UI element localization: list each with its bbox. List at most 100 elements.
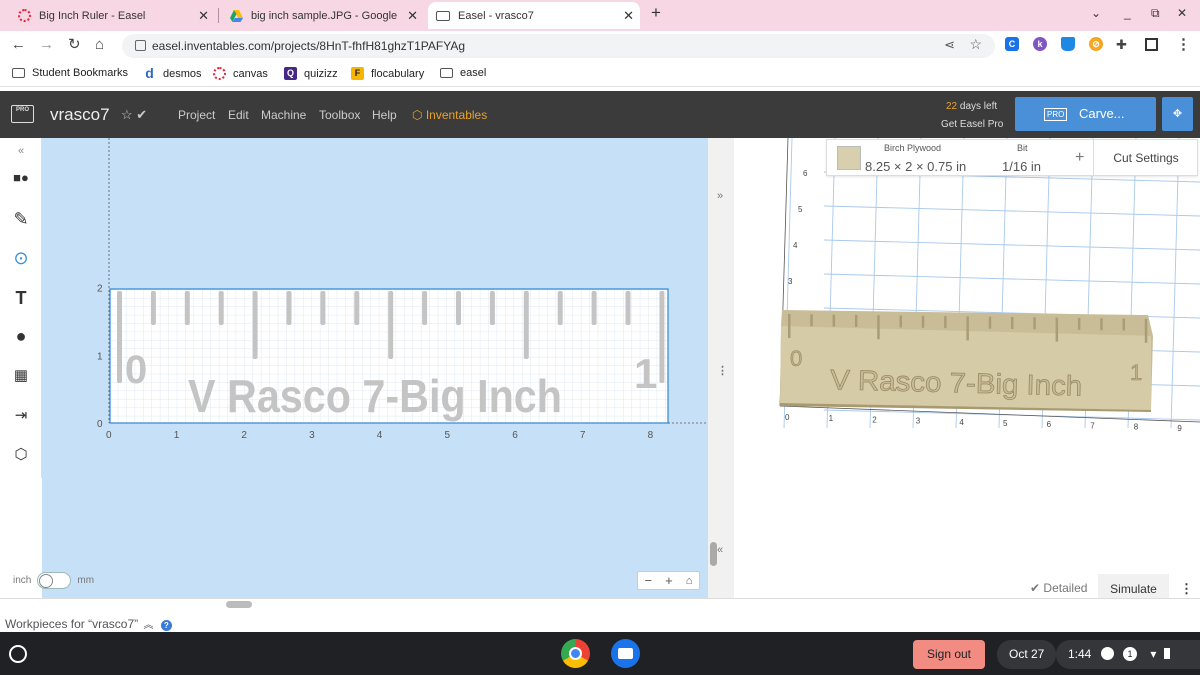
get-pro-link[interactable]: Get Easel Pro — [941, 119, 1003, 130]
extension-c-icon[interactable]: C — [1005, 37, 1019, 51]
collapse-chevron-icon[interactable]: « — [8, 138, 34, 164]
pen-icon[interactable]: ✎ — [8, 206, 34, 232]
expand-left-chevron-icon[interactable]: « — [717, 544, 723, 556]
x-tick-label: 1 — [174, 430, 180, 441]
design-canvas[interactable]: 0 1 V Rasco 7-Big Inch 0 1 2 3 4 5 6 7 8 0 1 2 — [42, 138, 708, 598]
home-view-icon[interactable]: ⌂ — [686, 575, 693, 587]
bit-value[interactable]: 1/16 in — [1002, 159, 1041, 174]
preview-menu-kebab-icon[interactable]: ⋮ — [1180, 581, 1193, 597]
close-tab-icon[interactable]: ✕ — [407, 8, 418, 24]
tab-search-chevron-icon[interactable]: ⌄ — [1091, 6, 1101, 20]
close-tab-icon[interactable]: ✕ — [198, 8, 209, 24]
extensions-puzzle-icon[interactable]: ✚ — [1116, 37, 1127, 53]
chrome-app-icon[interactable] — [561, 639, 590, 668]
menu-project[interactable]: Project — [178, 108, 215, 122]
favorite-star-check-icon[interactable]: ☆ ✔ — [121, 107, 147, 123]
scrollbar-thumb[interactable] — [710, 542, 717, 566]
x-tick-label: 3 — [309, 430, 315, 441]
expand-right-chevron-icon[interactable]: » — [717, 190, 723, 202]
camera-app-icon[interactable] — [611, 639, 640, 668]
reload-icon[interactable]: ↻ — [68, 37, 81, 53]
units-switch[interactable] — [37, 572, 72, 589]
preview-tick — [810, 314, 813, 327]
3d-box-icon[interactable]: ⬡ — [8, 442, 34, 468]
date-tray[interactable]: Oct 27 — [997, 640, 1057, 669]
help-icon[interactable]: ? — [160, 620, 172, 631]
forward-icon[interactable]: → — [39, 37, 54, 53]
trial-suffix: days left — [957, 101, 998, 112]
detailed-toggle[interactable]: ✔ Detailed — [1030, 581, 1087, 595]
pane-divider[interactable]: » ⋮ « — [708, 138, 734, 598]
material-swatch[interactable] — [837, 146, 861, 170]
sign-out-button[interactable]: Sign out — [913, 640, 985, 669]
workpieces-toggle[interactable]: Workpieces for “vrasco7” ︽ ? — [5, 616, 172, 631]
bookmark-flocabulary[interactable]: Fflocabulary — [351, 67, 424, 80]
easel-logo-icon[interactable]: PRO — [11, 105, 34, 123]
project-name[interactable]: vrasco7 — [50, 105, 110, 125]
site-info-icon[interactable] — [135, 40, 146, 51]
preview-tick — [1144, 318, 1148, 343]
minimize-icon[interactable]: _ — [1124, 6, 1131, 20]
new-tab-button[interactable]: + — [651, 3, 661, 23]
bookmark-desmos[interactable]: d desmos — [143, 66, 201, 80]
ruler-right-number[interactable]: 1 — [634, 350, 657, 397]
launcher-icon[interactable] — [9, 645, 27, 663]
zoom-in-button[interactable]: + — [665, 573, 673, 588]
back-icon[interactable]: ← — [11, 37, 26, 53]
x-tick-label: 6 — [512, 430, 518, 441]
ruler-engraved-text[interactable]: V Rasco 7-Big Inch — [188, 370, 562, 422]
carve-button[interactable]: PRO Carve... — [1015, 97, 1156, 131]
ruler-left-number[interactable]: 0 — [125, 348, 147, 392]
tab-big-inch-ruler[interactable]: Big Inch Ruler - Easel ✕ — [10, 2, 215, 29]
extension-k-icon[interactable]: k — [1033, 37, 1047, 51]
share-icon[interactable]: ⋖ — [944, 37, 955, 53]
menu-toolbox[interactable]: Toolbox — [319, 108, 360, 122]
menu-kebab-icon[interactable]: ⋮ — [1176, 37, 1191, 53]
home-icon[interactable]: ⌂ — [95, 37, 104, 53]
cut-settings-button[interactable]: Cut Settings — [1093, 140, 1198, 176]
bookmark-quizizz[interactable]: Qquizizz — [284, 67, 338, 80]
menu-help[interactable]: Help — [372, 108, 397, 122]
material-dimensions[interactable]: 8.25 × 2 × 0.75 in — [865, 159, 966, 174]
apple-icon[interactable]: ● — [8, 323, 34, 349]
drag-handle-icon[interactable]: ⋮ — [717, 364, 728, 377]
add-bit-icon[interactable]: + — [1075, 149, 1084, 167]
side-panel-icon[interactable] — [1145, 38, 1158, 51]
bookmark-canvas[interactable]: canvas — [213, 67, 268, 80]
panel-resize-handle[interactable] — [226, 601, 252, 608]
menu-machine[interactable]: Machine — [261, 108, 306, 122]
close-tab-icon[interactable]: ✕ — [623, 8, 634, 24]
zoom-out-button[interactable]: − — [645, 573, 653, 588]
target-icon[interactable]: ⊙ — [8, 245, 34, 271]
menu-inventables[interactable]: ⬡ Inventables — [412, 108, 487, 122]
bookmark-star-icon[interactable]: ☆ — [969, 36, 982, 53]
tab-easel-active[interactable]: Easel - vrasco7 ✕ — [428, 2, 640, 29]
restore-icon[interactable]: ⧉ — [1151, 6, 1160, 21]
apps-blocks-icon[interactable]: ▦ — [8, 363, 34, 389]
tab-google-drive[interactable]: big inch sample.JPG - Google Dr ✕ — [222, 2, 424, 29]
address-bar[interactable]: easel.inventables.com/projects/8HnT-fhfH… — [122, 34, 995, 58]
extension-ban-icon[interactable]: ⊘ — [1089, 37, 1103, 51]
bookmark-student-bookmarks[interactable]: Student Bookmarks — [12, 67, 128, 79]
preview-tick — [944, 316, 947, 329]
text-icon[interactable]: T — [8, 285, 34, 311]
bookmark-easel[interactable]: easel — [440, 67, 486, 79]
preview-tick — [1055, 317, 1059, 342]
bit-title: Bit — [1017, 143, 1028, 153]
import-icon[interactable]: ⇥ — [8, 403, 34, 429]
menu-edit[interactable]: Edit — [228, 108, 249, 122]
workpieces-label: Workpieces for “vrasco7” — [5, 617, 139, 631]
preview-scene[interactable]: 0 1 2 3 4 5 6 7 8 9 3 4 5 6 0 1 V Rasco 7-Big Inch — [734, 137, 1200, 598]
status-tray[interactable]: 1:44 1 ▾ — [1056, 640, 1200, 669]
x-tick-label: 5 — [445, 430, 451, 441]
ruler-tick — [591, 291, 597, 325]
machine-jog-icon[interactable]: ✥ — [1162, 97, 1193, 131]
preview-tick — [877, 315, 880, 340]
units-toggle[interactable]: inch mm — [13, 572, 94, 589]
extension-trash-icon[interactable] — [1061, 37, 1075, 51]
close-window-icon[interactable]: ✕ — [1177, 6, 1187, 20]
3d-preview[interactable]: 0 1 2 3 4 5 6 7 8 9 3 4 5 6 0 1 V Rasco 7-Big Inch — [734, 137, 1200, 598]
shapes-icon[interactable]: ■● — [8, 165, 34, 191]
design-workspace[interactable]: 0 1 V Rasco 7-Big Inch 0 1 2 3 4 5 6 7 8 0 1 2 — [42, 138, 708, 598]
bookmark-label: easel — [460, 67, 487, 79]
